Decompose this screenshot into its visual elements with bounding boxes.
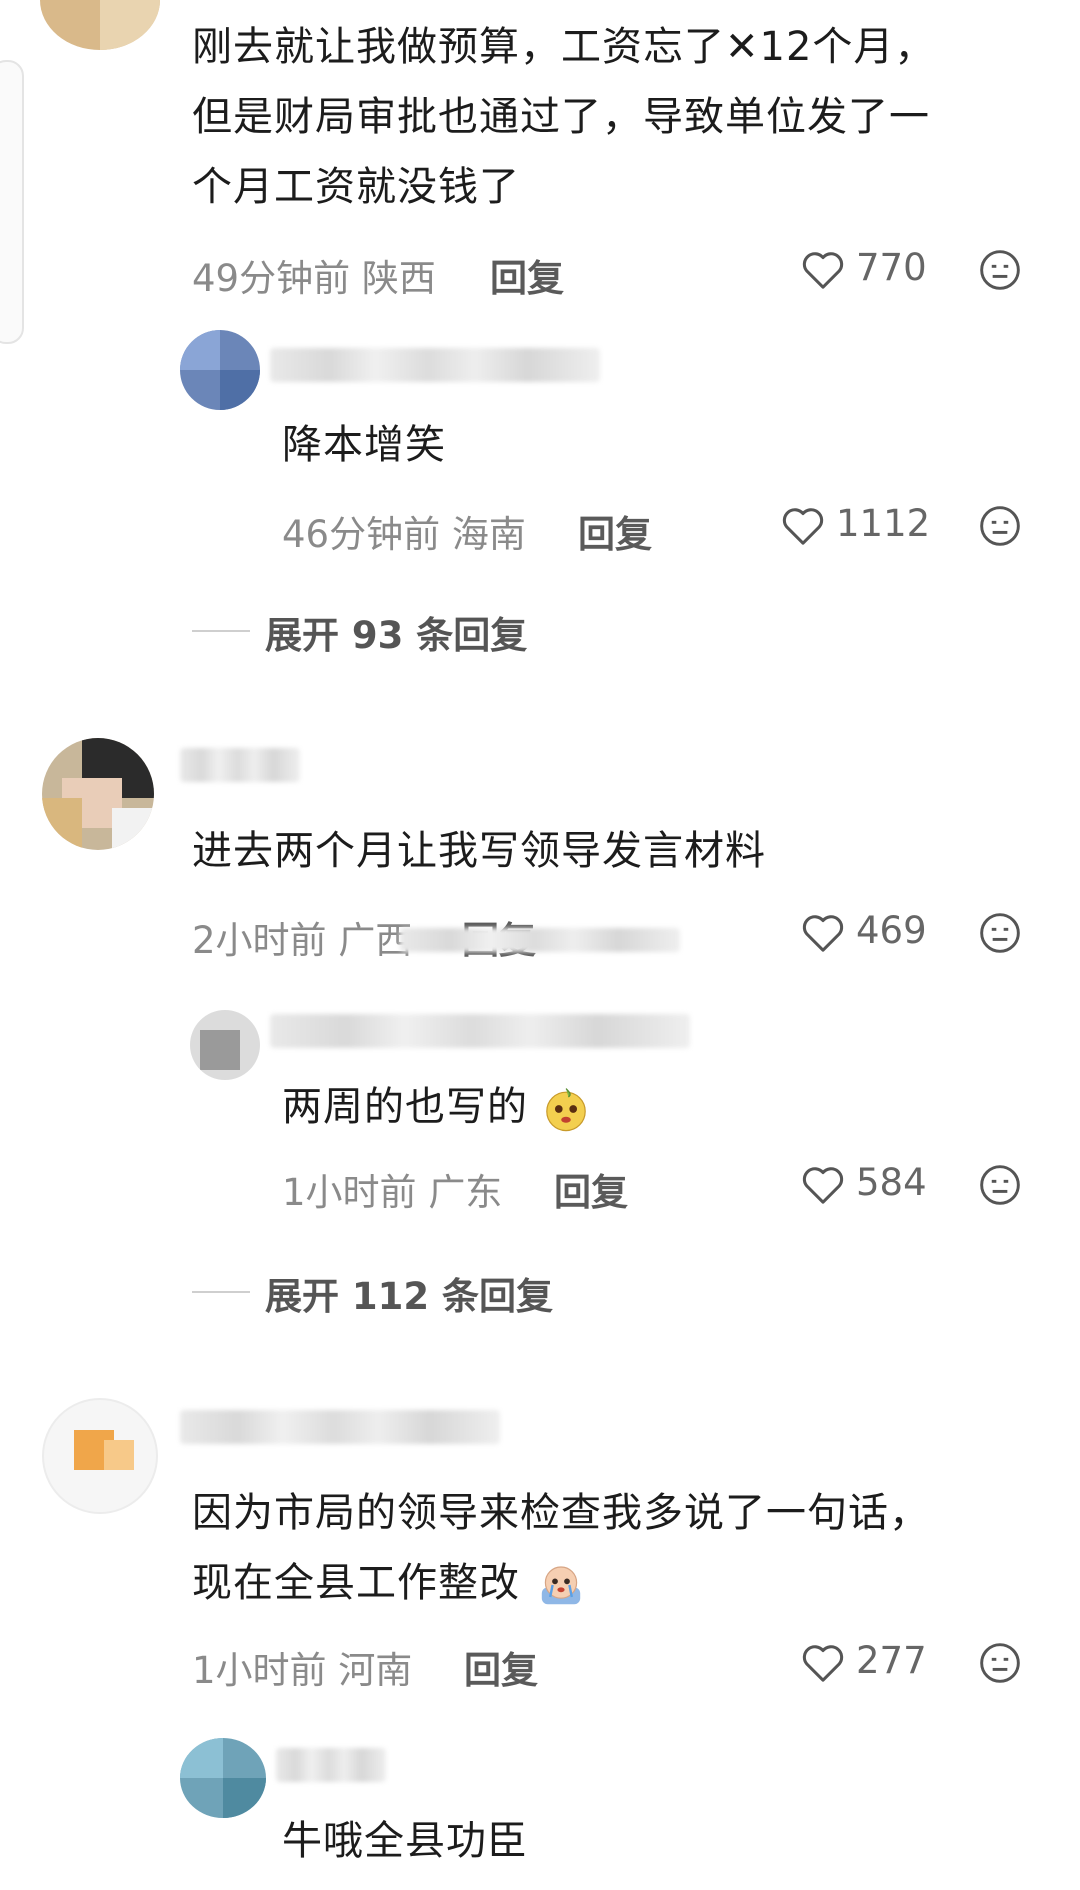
reply-time: 1小时前 广东 [282, 1171, 503, 1214]
like-count: 584 [856, 1161, 927, 1204]
crying-face-emoji-icon [541, 1566, 580, 1605]
like-count: 277 [856, 1639, 927, 1682]
comment-time: 1小时前 河南 [192, 1649, 413, 1692]
reply-time: 46分钟前 海南 [282, 513, 526, 556]
like-count: 770 [856, 246, 927, 289]
heart-outline-icon[interactable] [780, 505, 826, 547]
reply-username[interactable] [270, 1014, 690, 1048]
expand-replies-button[interactable]: 展开 93 条回复 [265, 605, 527, 659]
reply-button[interactable]: 回复 [578, 504, 652, 558]
reply-avatar[interactable] [180, 1738, 266, 1818]
comment-time: 2小时前 广西 [192, 919, 413, 962]
heart-outline-icon[interactable] [800, 1642, 846, 1684]
meh-face-icon[interactable] [978, 911, 1022, 955]
comment-text: 进去两个月让我写领导发言材料 [192, 828, 766, 874]
reply-text: 两周的也写的 [282, 1072, 590, 1142]
meh-face-icon[interactable] [978, 504, 1022, 548]
meh-face-icon[interactable] [978, 1163, 1022, 1207]
side-tab [0, 60, 24, 344]
reply-username[interactable] [270, 348, 600, 382]
username[interactable] [180, 748, 300, 782]
username[interactable] [180, 1410, 500, 1444]
reply-text: 牛哦全县功臣 [282, 1818, 528, 1864]
avatar[interactable] [40, 0, 160, 50]
heart-outline-icon[interactable] [800, 249, 846, 291]
avatar[interactable] [42, 1398, 158, 1514]
like-count: 1112 [836, 502, 931, 545]
expand-divider [192, 1291, 250, 1293]
expand-replies-button[interactable]: 展开 112 条回复 [265, 1266, 553, 1320]
meh-face-icon[interactable] [978, 248, 1022, 292]
reply-username[interactable] [276, 1748, 386, 1782]
reply-button[interactable]: 回复 [554, 1162, 628, 1216]
reply-button[interactable]: 回复 [464, 1640, 538, 1694]
comment-text: 刚去就让我做预算，工资忘了✕12个月， 但是财局审批也通过了，导致单位发了一 个… [192, 24, 936, 210]
reply-avatar[interactable] [180, 330, 260, 410]
comment-text: 因为市局的领导来检查我多说了一句话， 现在全县工作整改 [192, 1478, 1042, 1618]
blur-overlay [400, 928, 680, 952]
expand-divider [192, 630, 250, 632]
reply-button[interactable]: 回复 [490, 248, 564, 302]
like-count: 469 [856, 909, 927, 952]
cute-face-emoji-icon [545, 1088, 586, 1132]
reply-text: 降本增笑 [282, 422, 446, 468]
reply-avatar[interactable] [190, 1010, 260, 1080]
heart-outline-icon[interactable] [800, 1164, 846, 1206]
avatar[interactable] [42, 738, 154, 850]
heart-outline-icon[interactable] [800, 912, 846, 954]
meh-face-icon[interactable] [978, 1641, 1022, 1685]
comment-time: 49分钟前 陕西 [192, 257, 436, 300]
